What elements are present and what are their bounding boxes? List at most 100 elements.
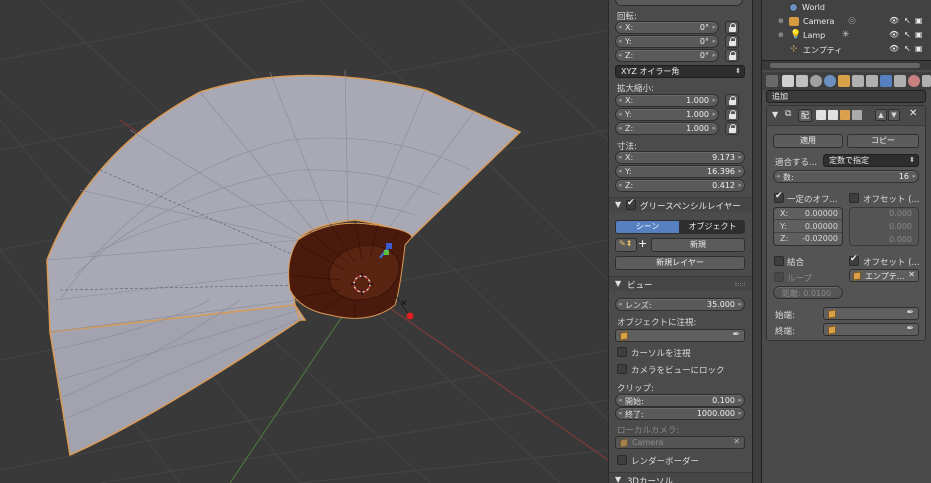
grease-pencil-checkbox[interactable] xyxy=(626,198,636,210)
object-offset-checkbox[interactable] xyxy=(849,254,859,266)
lock-icon[interactable] xyxy=(725,122,739,135)
material-tab-icon[interactable] xyxy=(908,75,920,87)
offset-object-field[interactable]: エンプテ... ✕ xyxy=(849,269,919,282)
tab-object[interactable]: オブジェクト xyxy=(680,220,745,234)
rotation-x-field[interactable]: ◂ X: 0° ▸ xyxy=(615,21,719,34)
scale-y-field[interactable]: ◂ Y: 1.000 ▸ xyxy=(615,108,719,121)
world-tab-icon[interactable] xyxy=(824,75,836,87)
lock-cursor-checkbox[interactable] xyxy=(617,347,627,357)
modifier-name-field[interactable]: 配 xyxy=(798,109,812,122)
link-tab-icon[interactable] xyxy=(866,75,878,87)
pencil-icon[interactable]: ✎⬍ xyxy=(615,238,637,252)
3d-cursor-panel-header[interactable]: ▼ 3Dカーソル xyxy=(609,472,752,483)
new-layer-button[interactable]: 新規レイヤー xyxy=(615,256,745,270)
constant-offset-checkbox[interactable] xyxy=(774,191,784,203)
outliner-row-camera[interactable]: ⊕ Camera ◎ 👁 ↖ ▣ xyxy=(762,15,931,29)
end-cap-field[interactable]: ✒ xyxy=(823,323,919,336)
collapse-triangle-icon[interactable]: ▼ xyxy=(772,110,778,119)
plus-icon[interactable]: + xyxy=(638,238,650,252)
loop-checkbox[interactable] xyxy=(774,272,784,282)
const-x-field[interactable]: X: 0.00000 xyxy=(774,208,842,220)
eyedropper-icon[interactable]: ✒ xyxy=(732,330,740,340)
const-z-field[interactable]: Z: -0.02000 xyxy=(774,233,842,245)
camera-data-icon[interactable]: ◎ xyxy=(848,16,856,26)
lock-object-field[interactable]: ✒ xyxy=(615,329,745,342)
render-border-checkbox[interactable] xyxy=(617,455,627,465)
editor-type-icon[interactable] xyxy=(766,75,778,87)
outliner-scrollbar[interactable] xyxy=(762,60,931,70)
increment-arrow-icon[interactable]: ▸ xyxy=(712,23,716,31)
drag-grip-icon[interactable] xyxy=(735,283,745,286)
rotation-mode-select[interactable]: XYZ オイラー角 ⬍ xyxy=(615,65,745,78)
location-z-field[interactable] xyxy=(615,0,743,6)
lock-icon[interactable] xyxy=(725,94,739,107)
dimensions-z-field[interactable]: ◂ Z: 0.412 ▸ xyxy=(615,179,745,192)
merge-distance-field[interactable]: 距離: 0.0100 xyxy=(773,286,843,299)
view-panel-header[interactable]: ▼ ビュー xyxy=(609,276,752,291)
add-modifier-select[interactable]: 追加 xyxy=(766,90,926,103)
texture-tab-icon[interactable] xyxy=(922,75,931,87)
rotation-z-field[interactable]: ◂ Z: 0° ▸ xyxy=(615,49,719,62)
outliner-row-lamp[interactable]: ⊕ 💡 Lamp ✳ 👁 ↖ ▣ xyxy=(762,29,931,43)
outliner-row-world[interactable]: World xyxy=(762,1,931,15)
area-divider[interactable] xyxy=(752,0,762,483)
clear-icon[interactable]: ✕ xyxy=(908,270,915,279)
const-y-field[interactable]: Y: 0.00000 xyxy=(774,220,842,233)
viewport-canvas[interactable]: ✕ xyxy=(0,0,608,483)
grease-pencil-panel-header[interactable]: ▼ グリースペンシルレイヤー xyxy=(609,197,752,212)
new-grease-button[interactable]: 新規 xyxy=(651,238,745,252)
render-tab-icon[interactable] xyxy=(782,75,794,87)
lens-field[interactable]: ◂ レンズ: 35.000 ▸ xyxy=(615,298,745,311)
rotation-y-field[interactable]: ◂ Y: 0° ▸ xyxy=(615,35,719,48)
clear-icon[interactable]: ✕ xyxy=(733,437,740,446)
collapse-triangle-icon[interactable]: ▼ xyxy=(615,200,621,209)
lock-icon[interactable] xyxy=(725,21,739,34)
copy-button[interactable]: コピー xyxy=(847,134,919,148)
3d-viewport[interactable]: ✕ xyxy=(0,0,608,483)
relative-offset-checkbox[interactable] xyxy=(849,193,859,203)
dimensions-x-field[interactable]: ◂ X: 9.173 ▸ xyxy=(615,151,745,164)
move-down-icon[interactable]: ▼ xyxy=(888,109,900,121)
relative-offset-vector[interactable]: 0.000 0.000 0.000 xyxy=(849,207,919,246)
scene-tab-icon[interactable] xyxy=(810,75,822,87)
fan-mesh[interactable] xyxy=(46,69,522,457)
remove-modifier-icon[interactable]: ✕ xyxy=(909,108,917,119)
viewport-toggle-icon[interactable] xyxy=(828,110,838,120)
lock-icon[interactable] xyxy=(725,35,739,48)
cage-toggle-icon[interactable] xyxy=(852,110,862,120)
data-tab-icon[interactable] xyxy=(894,75,906,87)
count-field[interactable]: ◂ 数: 16 ▸ xyxy=(773,170,919,183)
move-up-icon[interactable]: ▲ xyxy=(875,109,887,121)
eye-icon[interactable]: 👁 xyxy=(889,16,899,25)
eye-icon[interactable]: 👁 xyxy=(889,30,899,39)
dimensions-y-field[interactable]: ◂ Y: 16.396 ▸ xyxy=(615,165,745,178)
select-arrow-icon[interactable]: ↖ xyxy=(904,16,911,25)
local-camera-field[interactable]: Camera ✕ xyxy=(615,436,745,449)
expand-icon[interactable]: ⊕ xyxy=(778,31,784,39)
apply-button[interactable]: 適用 xyxy=(773,134,843,148)
lamp-data-icon[interactable]: ✳ xyxy=(842,30,850,40)
eye-icon[interactable]: 👁 xyxy=(889,44,899,53)
object-tab-icon[interactable] xyxy=(838,75,850,87)
clip-start-field[interactable]: ◂ 開始: 0.100 ▸ xyxy=(615,394,745,407)
eyedropper-icon[interactable]: ✒ xyxy=(906,324,914,334)
clip-end-field[interactable]: ◂ 終了: 1000.000 ▸ xyxy=(615,407,745,420)
outliner-row-empty[interactable]: ⊹ エンプティ 👁 ↖ ▣ xyxy=(762,43,931,57)
collapse-triangle-icon[interactable]: ▼ xyxy=(615,279,621,288)
start-cap-field[interactable]: ✒ xyxy=(823,307,919,320)
constraints-tab-icon[interactable] xyxy=(852,75,864,87)
render-icon[interactable]: ▣ xyxy=(915,44,923,53)
eyedropper-icon[interactable]: ✒ xyxy=(906,308,914,318)
expand-icon[interactable]: ⊕ xyxy=(778,17,784,25)
render-layers-tab-icon[interactable] xyxy=(796,75,808,87)
lock-camera-checkbox[interactable] xyxy=(617,364,627,374)
scale-x-field[interactable]: ◂ X: 1.000 ▸ xyxy=(615,94,719,107)
tab-scene[interactable]: シーン xyxy=(615,220,680,234)
lock-icon[interactable] xyxy=(725,108,739,121)
render-icon[interactable]: ▣ xyxy=(915,16,923,25)
lock-icon[interactable] xyxy=(725,49,739,62)
editmode-toggle-icon[interactable] xyxy=(840,110,850,120)
select-arrow-icon[interactable]: ↖ xyxy=(904,44,911,53)
select-arrow-icon[interactable]: ↖ xyxy=(904,30,911,39)
render-icon[interactable]: ▣ xyxy=(915,30,923,39)
